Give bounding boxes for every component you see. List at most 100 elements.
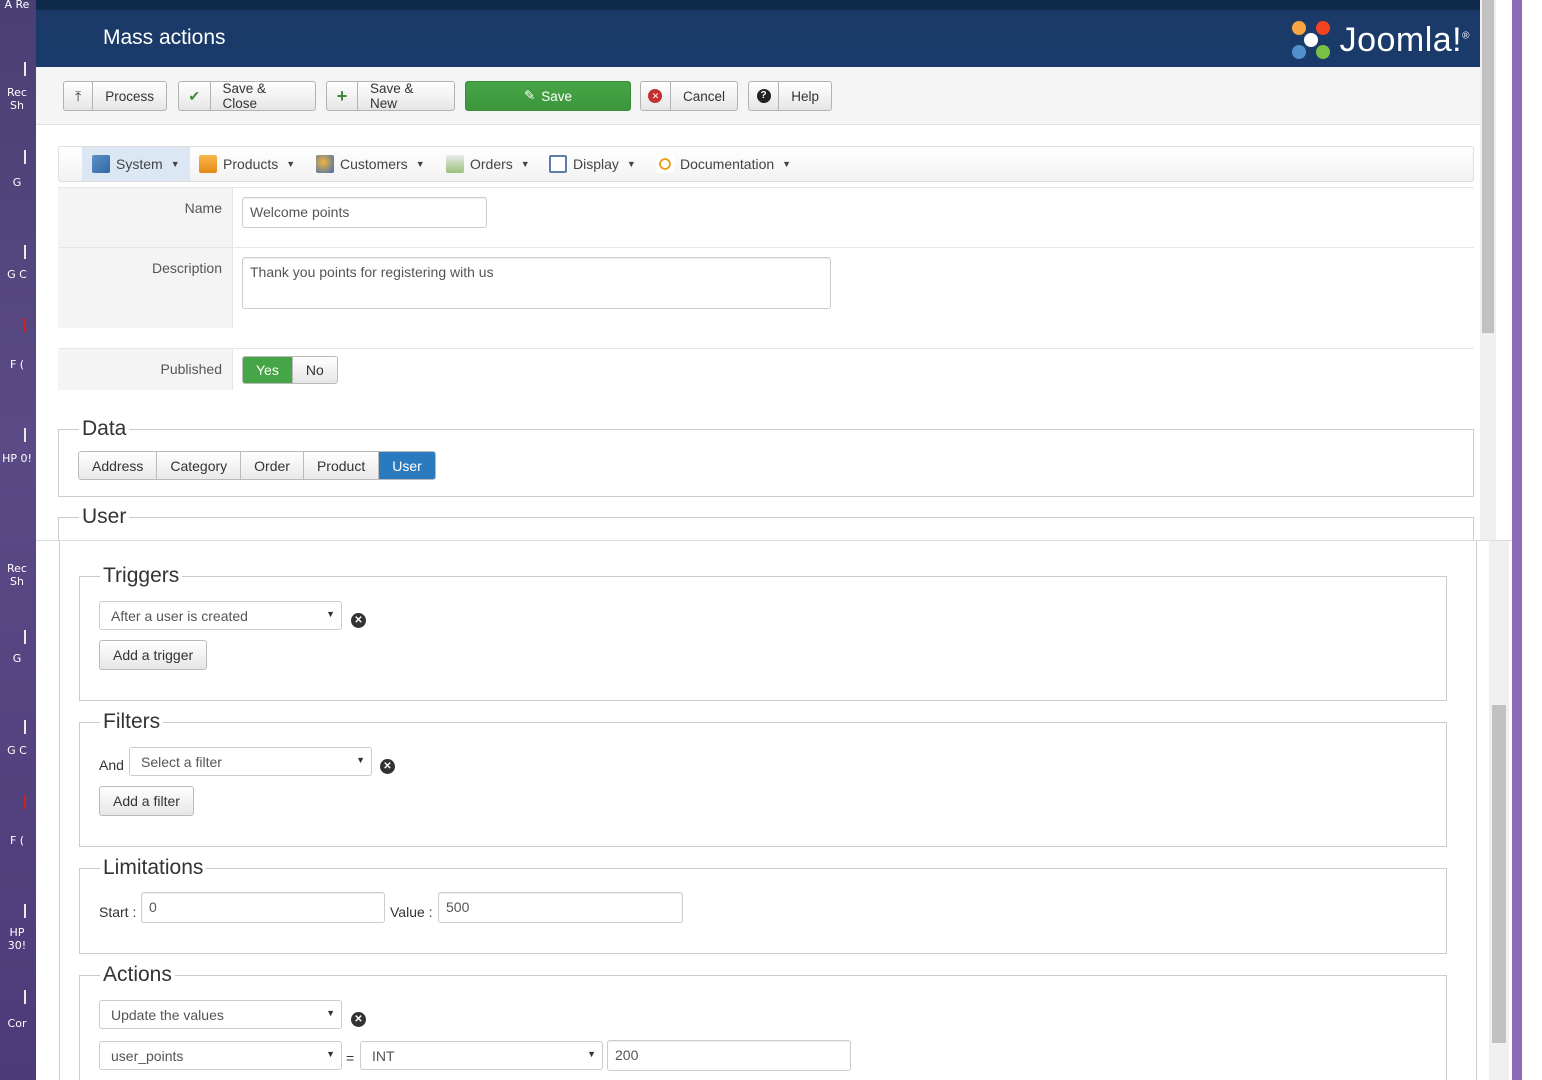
display-icon [549, 155, 567, 173]
remove-action-icon[interactable]: ✕ [351, 1012, 366, 1027]
column-select[interactable]: user_points ▼ [99, 1041, 342, 1070]
equals-sign: = [346, 1050, 355, 1066]
help-button[interactable]: ? Help [748, 81, 832, 111]
name-input[interactable]: Welcome points [242, 197, 487, 228]
data-option-category[interactable]: Category [156, 452, 241, 479]
actions-legend: Actions [103, 963, 172, 986]
desktop-shortcut-label[interactable]: A Re [2, 0, 32, 11]
desktop-shortcut-marker [24, 150, 26, 164]
description-label: Description [151, 260, 222, 276]
dropdown-arrow-icon: ▼ [587, 1049, 596, 1059]
desktop-shortcut-label[interactable]: HP 0! [2, 452, 32, 465]
save-button[interactable]: ✎ Save [465, 81, 631, 111]
data-option-product[interactable]: Product [302, 452, 379, 479]
scrollbar-thumb[interactable] [1492, 705, 1506, 1043]
data-option-order[interactable]: Order [240, 452, 303, 479]
desktop-shortcut-label[interactable]: G [2, 652, 32, 665]
cancel-circle-icon: ✕ [641, 82, 671, 110]
desktop-shortcut-marker [24, 904, 26, 918]
remove-trigger-icon[interactable]: ✕ [351, 613, 366, 628]
desktop-shortcut-marker [24, 318, 26, 332]
desktop-shortcut-label[interactable]: G C [2, 744, 32, 757]
edit-icon: ✎ [523, 88, 536, 103]
published-row: Published Yes No [58, 348, 1474, 390]
desktop-shortcut-marker [24, 720, 26, 734]
data-type-selector: Address Category Order Product User [78, 451, 436, 480]
toolbar: ⤒ Process ✔ Save & Close + Save & New ✎ … [36, 67, 1496, 125]
remove-filter-icon[interactable]: ✕ [380, 759, 395, 774]
hikashop-menubar: System ▼ Products ▼ Customers ▼ Orders ▼ Dis… [58, 146, 1474, 182]
desktop-shortcut-marker [24, 990, 26, 1004]
tools-icon [92, 155, 110, 173]
admin-top-strip [36, 0, 1496, 10]
dropdown-arrow-icon: ▼ [326, 1008, 335, 1018]
scrollbar-thumb[interactable] [1482, 0, 1494, 333]
desktop-shortcut-label[interactable]: G [2, 176, 32, 189]
process-button[interactable]: ⤒ Process [63, 81, 167, 111]
triggers-legend: Triggers [103, 564, 180, 587]
user-legend: User [82, 505, 127, 528]
menu-orders[interactable]: Orders ▼ [436, 147, 540, 181]
save-new-button[interactable]: + Save & New [326, 81, 455, 111]
vertical-scrollbar[interactable] [1489, 541, 1509, 1080]
save-close-button[interactable]: ✔ Save & Close [178, 81, 316, 111]
add-filter-button[interactable]: Add a filter [99, 786, 194, 816]
joomla-window-bottom: Triggers After a user is created ▼ ✕ Add … [36, 540, 1512, 1080]
filters-legend: Filters [103, 710, 161, 733]
menu-system[interactable]: System ▼ [82, 147, 190, 181]
value-input[interactable]: 500 [438, 892, 683, 923]
trigger-select[interactable]: After a user is created ▼ [99, 601, 342, 630]
action-value-input[interactable]: 200 [607, 1040, 851, 1071]
caret-down-icon: ▼ [626, 159, 636, 169]
menu-documentation[interactable]: Documentation ▼ [646, 147, 801, 181]
joomla-logo[interactable]: Joomla!® [1290, 19, 1470, 61]
action-select[interactable]: Update the values ▼ [99, 1000, 342, 1029]
desktop-shortcut-marker [24, 245, 26, 259]
desktop-shortcut-marker [24, 630, 26, 644]
menu-customers[interactable]: Customers ▼ [306, 147, 435, 181]
published-yes[interactable]: Yes [243, 357, 292, 383]
name-label: Name [184, 200, 222, 216]
page-header: Mass actions Joomla!® [36, 10, 1496, 67]
caret-down-icon: ▼ [170, 159, 180, 169]
desktop-shortcut-label[interactable]: Rec Sh [2, 562, 32, 588]
page-title: Mass actions [103, 26, 226, 49]
menu-display[interactable]: Display ▼ [539, 147, 646, 181]
data-option-address[interactable]: Address [79, 452, 157, 479]
joomla-window-top: Mass actions Joomla!® ⤒ Process ✔ Save &… [36, 0, 1496, 540]
published-label: Published [160, 361, 223, 377]
desktop-left-strip: A Re Rec Sh G G C F ( HP 0! Rec Sh G G C… [0, 0, 36, 1080]
desktop-shortcut-label[interactable]: Rec Sh [2, 86, 32, 112]
desktop-shortcut-marker [24, 428, 26, 442]
filter-select[interactable]: Select a filter ▼ [129, 747, 372, 776]
upload-icon: ⤒ [64, 82, 94, 110]
user-fieldset: User [58, 505, 1474, 540]
desktop-right-strip [1512, 0, 1542, 1080]
menu-products[interactable]: Products ▼ [189, 147, 305, 181]
and-label: And [99, 757, 124, 773]
triggers-fieldset: Triggers [79, 564, 1447, 701]
published-no[interactable]: No [291, 357, 337, 383]
data-option-user[interactable]: User [378, 452, 435, 479]
dropdown-arrow-icon: ▼ [356, 755, 365, 765]
value-label: Value : [390, 904, 433, 920]
desktop-shortcut-marker [24, 62, 26, 76]
check-icon: ✔ [179, 82, 211, 110]
start-input[interactable]: 0 [141, 892, 385, 923]
cancel-button[interactable]: ✕ Cancel [640, 81, 738, 111]
desktop-shortcut-label[interactable]: F ( [2, 358, 32, 371]
type-select[interactable]: INT ▼ [360, 1041, 603, 1070]
desktop-shortcut-label[interactable]: Cor [2, 1017, 32, 1030]
desktop-shortcut-label[interactable]: F ( [2, 834, 32, 847]
vertical-scrollbar[interactable] [1480, 0, 1496, 540]
description-textarea[interactable]: Thank you points for registering with us [242, 257, 831, 309]
desktop-shortcut-label[interactable]: HP 30! [2, 926, 32, 952]
published-toggle[interactable]: Yes No [242, 356, 338, 384]
add-trigger-button[interactable]: Add a trigger [99, 640, 208, 670]
desktop-shortcut-marker [24, 795, 26, 809]
desktop-shortcut-label[interactable]: G C [2, 268, 32, 281]
caret-down-icon: ▼ [415, 159, 425, 169]
joomla-logo-text: Joomla!® [1339, 20, 1470, 59]
limitations-legend: Limitations [103, 856, 204, 879]
customers-icon [316, 155, 334, 173]
